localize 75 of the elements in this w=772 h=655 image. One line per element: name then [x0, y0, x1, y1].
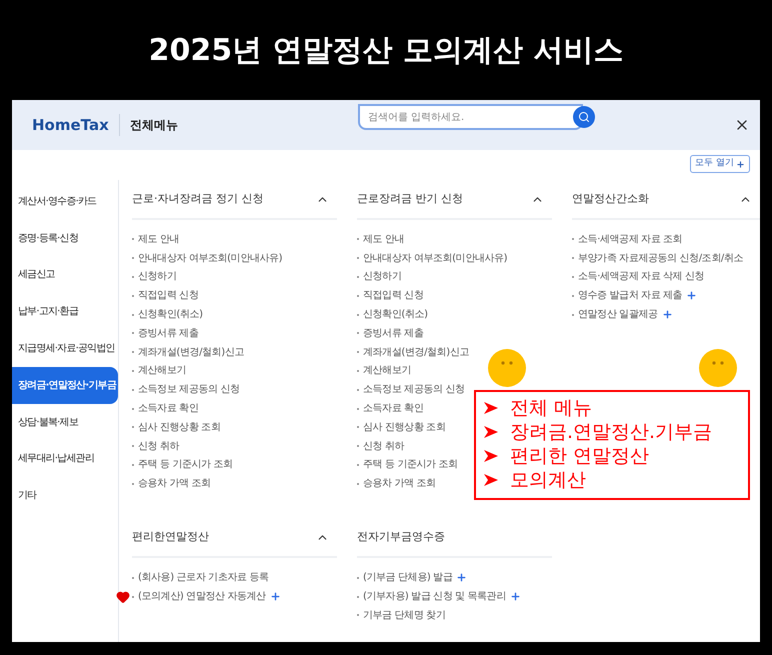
- page-title: 전체메뉴: [130, 117, 178, 134]
- search-input[interactable]: 검색어를 입력하세요.: [368, 110, 573, 124]
- menu-link[interactable]: 연말정산 일괄제공: [572, 307, 658, 322]
- menu-link[interactable]: 제도 안내: [132, 232, 180, 247]
- menu-link[interactable]: 계좌개설(변경/철회)신고: [132, 344, 244, 360]
- menu-link[interactable]: 계산해보기: [357, 363, 412, 378]
- section-title: 근로장려금 반기 신청: [357, 190, 463, 207]
- menu-link[interactable]: 소득·세액공제 자료 조회: [572, 232, 682, 247]
- plus-icon[interactable]: [270, 591, 281, 602]
- annotation-text: 편리한 연말정산: [510, 444, 650, 469]
- plus-icon: [736, 160, 745, 168]
- menu-link[interactable]: 심사 진행상황 조회: [357, 420, 446, 435]
- menu-link[interactable]: 신청 취하: [357, 438, 404, 454]
- menu-link[interactable]: 안내대상자 여부조회(미안내사유): [357, 250, 508, 266]
- plus-icon[interactable]: [510, 591, 521, 602]
- menu-link[interactable]: 증빙서류 제출: [132, 326, 198, 341]
- sidebar-item[interactable]: 지급명세·자료·공익법인: [12, 330, 118, 367]
- sidebar-item[interactable]: 세금신고: [12, 256, 118, 294]
- sidebar-item[interactable]: 기타: [12, 477, 118, 514]
- sidebar-item[interactable]: 납부·고지·환급: [12, 293, 118, 330]
- menu-link[interactable]: 심사 진행상황 조회: [132, 420, 220, 435]
- menu-link[interactable]: 영수증 발급처 자료 제출: [572, 288, 682, 304]
- menu-link[interactable]: 소득자료 확인: [357, 401, 424, 416]
- menu-link[interactable]: 승용차 가액 조회: [357, 476, 436, 492]
- plus-icon[interactable]: [686, 290, 698, 302]
- menu-link[interactable]: 신청하기: [357, 269, 402, 284]
- section-title: 연말정산간소화: [572, 190, 649, 207]
- menu-link[interactable]: (회사용) 근로자 기초자료 등록: [132, 570, 269, 586]
- open-all-button[interactable]: 모두 열기: [690, 155, 750, 173]
- menu-link[interactable]: 기부금 단체명 찾기: [357, 608, 446, 623]
- menu-link[interactable]: 소득정보 제공동의 신청: [132, 382, 240, 398]
- menu-link[interactable]: 주택 등 기준시가 조회: [357, 457, 458, 472]
- menu-link[interactable]: 계산해보기: [132, 363, 186, 378]
- sidebar-item[interactable]: 세무대리·납세관리: [12, 440, 118, 478]
- menu-link[interactable]: 직접입력 신청: [132, 288, 198, 304]
- menu-link[interactable]: 주택 등 기준시가 조회: [132, 457, 233, 472]
- menu-link[interactable]: 소득·세액공제 자료 삭제 신청: [572, 269, 704, 284]
- menu-link[interactable]: 소득자료 확인: [132, 401, 198, 416]
- menu-link[interactable]: 부양가족 자료제공동의 신청/조회/취소: [572, 250, 744, 266]
- section-title: 근로·자녀장려금 정기 신청: [132, 190, 264, 207]
- search-field[interactable]: 검색어를 입력하세요.: [358, 104, 583, 130]
- sidebar-item[interactable]: 장려금·연말정산·기부금: [12, 366, 118, 404]
- plus-icon[interactable]: [662, 309, 673, 320]
- menu-link[interactable]: 안내대상자 여부조회(미안내사유): [132, 250, 282, 266]
- emoji-icon: [699, 349, 737, 387]
- menu-link[interactable]: 소득정보 제공동의 신청: [357, 382, 465, 398]
- section-title: 편리한연말정산: [132, 529, 209, 546]
- arrowhead-icon: [484, 401, 498, 415]
- menu-link[interactable]: 계좌개설(변경/철회)신고: [357, 344, 469, 360]
- sidebar-item[interactable]: 증명·등록·신청: [12, 220, 118, 257]
- section-title: 전자기부금영수증: [357, 529, 445, 546]
- annotation-text: 모의계산: [510, 468, 586, 493]
- menu-link[interactable]: (모의계산) 연말정산 자동계산: [132, 589, 266, 604]
- annotation-text: 장려금.연말정산.기부금: [510, 420, 712, 445]
- menu-link[interactable]: 신청확인(취소): [357, 307, 428, 322]
- menu-link[interactable]: 직접입력 신청: [357, 288, 424, 304]
- arrowhead-icon: [484, 449, 498, 463]
- menu-link[interactable]: 신청 취하: [132, 438, 180, 454]
- arrowhead-icon: [484, 425, 498, 439]
- sidebar-item[interactable]: 계산서·영수증·카드: [12, 183, 118, 220]
- menu-link[interactable]: 신청하기: [132, 269, 176, 284]
- emoji-icon: [488, 349, 526, 387]
- menu-link[interactable]: 신청확인(취소): [132, 307, 203, 322]
- banner-title: 2025년 연말정산 모의계산 서비스: [148, 32, 624, 70]
- annotation-text: 전체 메뉴: [510, 396, 592, 421]
- menu-link[interactable]: 증빙서류 제출: [357, 326, 424, 341]
- plus-icon[interactable]: [456, 572, 468, 584]
- logo[interactable]: HomeTax: [32, 114, 120, 136]
- menu-link[interactable]: (기부자용) 발급 신청 및 목록관리: [357, 589, 506, 604]
- sidebar-item[interactable]: 상담·불복·제보: [12, 404, 118, 441]
- menu-link[interactable]: (기부금 단체용) 발급: [357, 570, 452, 586]
- search-icon: [578, 111, 590, 123]
- menu-link[interactable]: 승용차 가액 조회: [132, 476, 211, 492]
- menu-link[interactable]: 제도 안내: [357, 232, 404, 247]
- arrowhead-icon: [484, 473, 498, 487]
